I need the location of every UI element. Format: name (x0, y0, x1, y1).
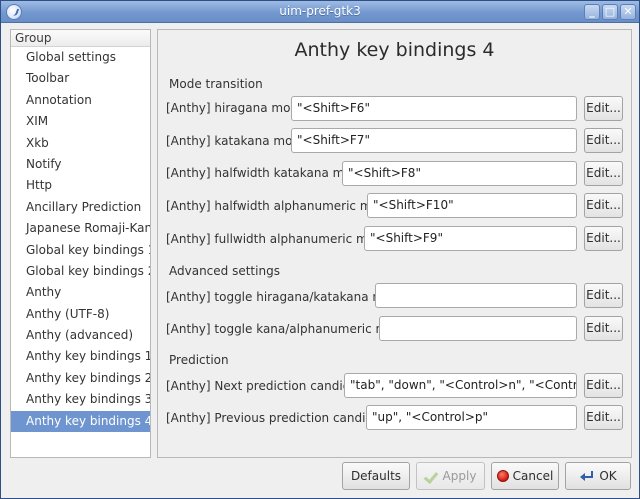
halfwidth-alphanumeric-mode-label: [Anthy] halfwidth alphanumeric mode (166, 199, 394, 213)
toggle-kana-alphanumeric-label: [Anthy] toggle kana/alphanumeric mode (166, 322, 410, 336)
apply-button[interactable]: Apply (416, 462, 485, 490)
app-window: uim-pref-gtk3 _ □ ✕ Group Global setting… (0, 0, 640, 499)
section-title-advanced-settings: Advanced settings (169, 264, 280, 278)
maximize-icon: □ (604, 5, 616, 18)
maximize-button[interactable]: □ (602, 4, 618, 20)
halfwidth-alphanumeric-mode-field[interactable]: "<Shift>F10" (367, 193, 577, 218)
fullwidth-alphanumeric-mode-field[interactable]: "<Shift>F9" (364, 226, 577, 251)
sidebar-item-japanese-romaji-kana[interactable]: Japanese Romaji-Kana (11, 218, 150, 239)
sidebar-item-global-key-bindings-2[interactable]: Global key bindings 2 (11, 261, 150, 282)
sidebar-item-notify[interactable]: Notify (11, 154, 150, 175)
return-arrow-icon (580, 470, 594, 481)
cancel-button-label: Cancel (512, 469, 554, 483)
group-list-items: Global settings Toolbar Annotation XIM X… (11, 47, 150, 433)
sidebar-item-ancillary-prediction[interactable]: Ancillary Prediction (11, 197, 150, 218)
toggle-kana-alphanumeric-field[interactable] (379, 316, 577, 341)
previous-prediction-candidate-label: [Anthy] Previous prediction candidate (166, 411, 393, 425)
previous-prediction-candidate-edit-button[interactable]: Edit... (584, 405, 623, 430)
sidebar-item-anthy-key-bindings-2[interactable]: Anthy key bindings 2 (11, 368, 150, 389)
minimize-icon: _ (589, 5, 595, 18)
hiragana-mode-field[interactable]: "<Shift>F6" (291, 96, 577, 121)
sidebar-item-anthy-key-bindings-1[interactable]: Anthy key bindings 1 (11, 346, 150, 367)
window-title: uim-pref-gtk3 (279, 4, 361, 18)
katakana-mode-edit-button[interactable]: Edit... (584, 128, 623, 153)
title-bar[interactable]: uim-pref-gtk3 _ □ ✕ (1, 1, 639, 23)
sidebar-item-global-key-bindings-1[interactable]: Global key bindings 1 (11, 240, 150, 261)
sidebar-item-anthy-key-bindings-4[interactable]: Anthy key bindings 4 (11, 410, 150, 433)
sidebar-item-annotation[interactable]: Annotation (11, 90, 150, 111)
ok-button[interactable]: OK (565, 462, 631, 490)
fullwidth-alphanumeric-mode-label: [Anthy] fullwidth alphanumeric mode (166, 232, 391, 246)
next-prediction-candidate-label: [Anthy] Next prediction candidate (166, 379, 370, 393)
stop-icon (496, 469, 509, 482)
page-title: Anthy key bindings 4 (294, 39, 495, 61)
apply-button-label: Apply (442, 469, 477, 483)
katakana-mode-field[interactable]: "<Shift>F7" (291, 128, 577, 153)
ok-button-label: OK (599, 469, 617, 483)
halfwidth-alphanumeric-mode-edit-button[interactable]: Edit... (584, 193, 623, 218)
fullwidth-alphanumeric-mode-edit-button[interactable]: Edit... (584, 226, 623, 251)
cancel-button[interactable]: Cancel (491, 462, 559, 490)
hiragana-mode-edit-button[interactable]: Edit... (584, 96, 623, 121)
settings-panel: Anthy key bindings 4 Mode transition [An… (157, 29, 632, 458)
toggle-hiragana-katakana-edit-button[interactable]: Edit... (584, 283, 623, 308)
katakana-mode-label: [Anthy] katakana mode (166, 134, 308, 148)
sidebar-item-xim[interactable]: XIM (11, 111, 150, 132)
section-title-prediction: Prediction (169, 353, 229, 367)
next-prediction-candidate-edit-button[interactable]: Edit... (584, 373, 623, 398)
halfwidth-katakana-mode-edit-button[interactable]: Edit... (584, 161, 623, 186)
minimize-button[interactable]: _ (584, 4, 600, 20)
sidebar-item-anthy[interactable]: Anthy (11, 282, 150, 303)
sidebar-item-global-settings[interactable]: Global settings (11, 47, 150, 68)
next-prediction-candidate-field[interactable]: "tab", "down", "<Control>n", "<Control>i… (344, 373, 577, 398)
hiragana-mode-label: [Anthy] hiragana mode (166, 101, 306, 115)
toggle-kana-alphanumeric-edit-button[interactable]: Edit... (584, 316, 623, 341)
close-icon: ✕ (623, 5, 633, 18)
defaults-button-label: Defaults (350, 469, 402, 483)
check-icon (425, 469, 439, 483)
toggle-hiragana-katakana-label: [Anthy] toggle hiragana/katakana mode (166, 290, 407, 304)
sidebar-item-xkb[interactable]: Xkb (11, 133, 150, 154)
defaults-button[interactable]: Defaults (342, 462, 410, 490)
halfwidth-katakana-mode-label: [Anthy] halfwidth katakana mode (166, 166, 367, 180)
sidebar-item-anthy-key-bindings-3[interactable]: Anthy key bindings 3 (11, 389, 150, 410)
previous-prediction-candidate-field[interactable]: "up", "<Control>p" (366, 405, 577, 430)
sidebar-item-toolbar[interactable]: Toolbar (11, 68, 150, 89)
toggle-hiragana-katakana-field[interactable] (375, 283, 577, 308)
section-title-mode-transition: Mode transition (169, 77, 263, 91)
sidebar-item-http[interactable]: Http (11, 175, 150, 196)
halfwidth-katakana-mode-field[interactable]: "<Shift>F8" (342, 161, 577, 186)
sidebar-item-anthy-advanced[interactable]: Anthy (advanced) (11, 325, 150, 346)
group-list[interactable]: Group Global settings Toolbar Annotation… (10, 29, 151, 458)
group-list-header[interactable]: Group (11, 30, 150, 47)
close-button[interactable]: ✕ (620, 4, 636, 20)
sidebar-item-anthy-utf8[interactable]: Anthy (UTF-8) (11, 304, 150, 325)
